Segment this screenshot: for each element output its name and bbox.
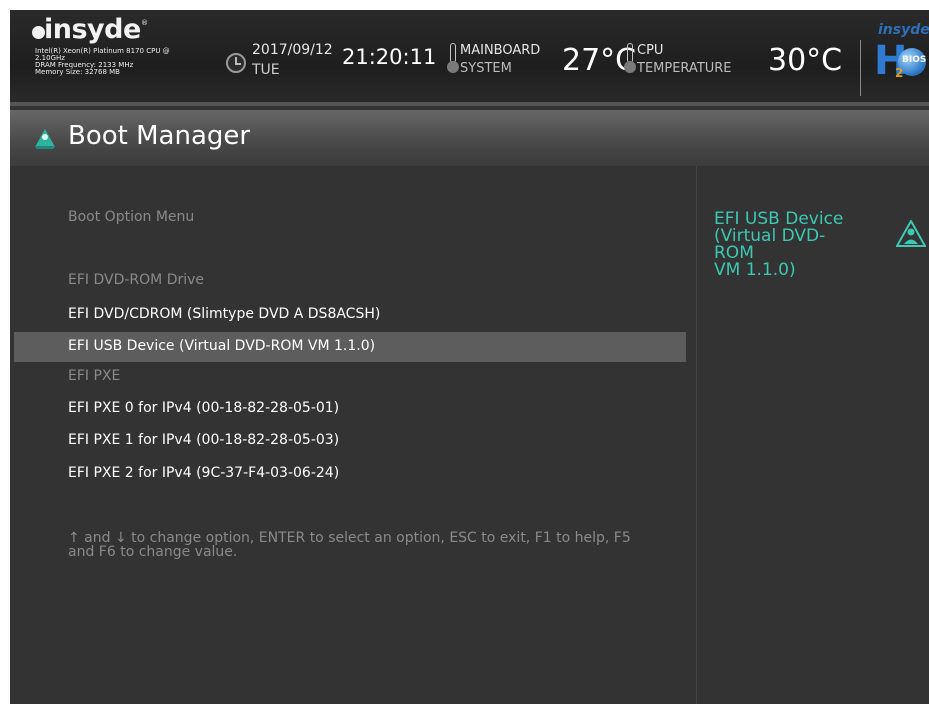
- mainboard-sublabel: SYSTEM: [460, 61, 512, 76]
- mainboard-label: MAINBOARD: [460, 43, 541, 58]
- thermometer-icon: [624, 43, 636, 73]
- boot-option-pxe-0[interactable]: EFI PXE 0 for IPv4 (00-18-82-28-05-01): [68, 400, 339, 416]
- group-label-pxe: EFI PXE: [68, 368, 121, 384]
- day-of-week: TUE: [252, 62, 280, 78]
- thermometer-icon: [447, 43, 459, 73]
- group-label-dvd-rom: EFI DVD-ROM Drive: [68, 272, 205, 288]
- boot-option-dvd-cdrom[interactable]: EFI DVD/CDROM (Slimtype DVD A DS8ACSH): [68, 306, 380, 322]
- boot-option-pxe-2[interactable]: EFI PXE 2 for IPv4 (9C-37-F4-03-06-24): [68, 465, 339, 481]
- insyde-logo: insyde ®: [30, 14, 170, 46]
- boot-manager-icon: [35, 129, 55, 149]
- cpu-temperature: 30°C: [768, 43, 843, 78]
- boot-option-usb-device-selected[interactable]: EFI USB Device (Virtual DVD-ROM VM 1.1.0…: [14, 332, 686, 362]
- bios-screen: insyde ® Intel(R) Xeon(R) Platinum 8170 …: [10, 10, 929, 704]
- header-bar: insyde ® Intel(R) Xeon(R) Platinum 8170 …: [10, 10, 929, 106]
- system-info: Intel(R) Xeon(R) Platinum 8170 CPU @ 2.1…: [35, 48, 170, 76]
- date: 2017/09/12: [252, 42, 333, 58]
- selected-option-description: EFI USB Device (Virtual DVD-ROM VM 1.1.0…: [714, 209, 844, 280]
- cpu-label: CPU: [637, 43, 664, 58]
- memory-size: Memory Size: 32768 MB: [35, 68, 120, 76]
- boot-option-menu-heading: Boot Option Menu: [68, 209, 195, 225]
- cpu-sublabel: TEMPERATURE: [637, 61, 732, 76]
- boot-option-usb-device-label: EFI USB Device (Virtual DVD-ROM VM 1.1.0…: [68, 338, 376, 354]
- navigation-help-text: ↑ and ↓ to change option, ENTER to selec…: [68, 530, 631, 560]
- insyde-h2o-bios-logo: insyde H BIOS 2: [874, 22, 929, 84]
- boot-option-pxe-1[interactable]: EFI PXE 1 for IPv4 (00-18-82-28-05-03): [68, 432, 339, 448]
- time: 21:20:11: [342, 45, 437, 69]
- header-divider: [860, 40, 861, 96]
- clock-icon: [226, 53, 246, 73]
- page-title: Boot Manager: [68, 121, 251, 151]
- help-person-icon: [896, 220, 926, 247]
